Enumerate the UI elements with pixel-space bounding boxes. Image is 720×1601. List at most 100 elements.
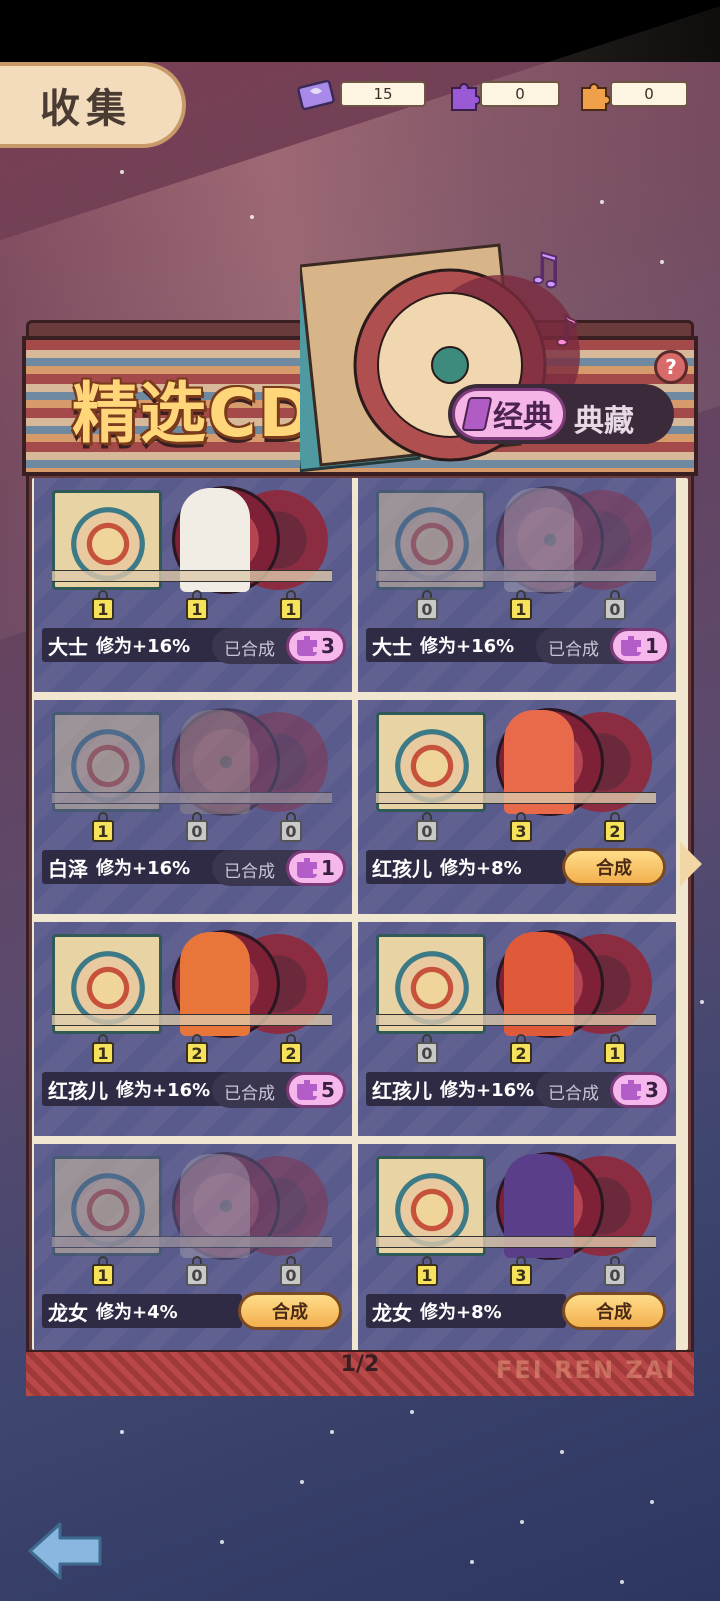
tab-collection[interactable]: 典藏 xyxy=(574,396,634,440)
tag-clip-icon xyxy=(610,812,620,820)
fragment-count: 0 xyxy=(416,820,438,842)
cd-card[interactable]: 1 0 0 白泽 修为+16% 已合成 1 xyxy=(34,700,352,914)
fragment-count-tag: 1 xyxy=(280,590,302,620)
cd-illustration xyxy=(376,1152,660,1260)
merged-label: 已合成 xyxy=(224,862,275,882)
fragment-count: 0 xyxy=(280,820,302,842)
next-page-arrow-icon[interactable] xyxy=(680,842,702,886)
fragment-count-tag: 1 xyxy=(186,590,208,620)
star xyxy=(470,1560,474,1564)
star xyxy=(660,260,664,264)
back-arrow-icon[interactable] xyxy=(26,1520,106,1582)
synthesize-button[interactable]: 合成 xyxy=(238,1292,342,1330)
fragment-count: 1 xyxy=(92,1042,114,1064)
tag-clip-icon xyxy=(422,1256,432,1264)
merged-label: 已合成 xyxy=(548,1084,599,1104)
tag-clip-icon xyxy=(192,1256,202,1264)
fragment-count-tag: 0 xyxy=(186,812,208,842)
card-name-bar: 龙女 修为+8% xyxy=(366,1294,566,1328)
merged-status: 已合成 1 xyxy=(212,850,346,886)
fragment-counts: 1 0 0 xyxy=(34,812,352,846)
cd-strip xyxy=(52,570,332,582)
purple-puzzle-counter: 0 xyxy=(446,78,560,111)
cd-strip xyxy=(52,1014,332,1026)
synthesize-button[interactable]: 合成 xyxy=(562,848,666,886)
tag-clip-icon xyxy=(422,590,432,598)
help-button[interactable]: ? xyxy=(654,350,688,384)
tab-classic[interactable]: 经典 xyxy=(452,388,566,440)
fragment-count: 2 xyxy=(186,1042,208,1064)
tag-clip-icon xyxy=(286,1034,296,1042)
star xyxy=(520,1520,524,1524)
fragment-count-tag: 0 xyxy=(604,1256,626,1286)
fragment-count-tag: 1 xyxy=(92,1034,114,1064)
fragment-count: 1 xyxy=(280,598,302,620)
synthesize-button[interactable]: 合成 xyxy=(562,1292,666,1330)
fragment-counts: 1 3 0 xyxy=(358,1256,676,1290)
tag-clip-icon xyxy=(610,590,620,598)
cd-illustration xyxy=(376,486,660,594)
cd-illustration xyxy=(52,1152,336,1260)
tab-classic-label: 经典 xyxy=(493,400,553,435)
fragment-count-tag: 1 xyxy=(92,812,114,842)
tag-clip-icon xyxy=(286,1256,296,1264)
cd-illustration xyxy=(376,708,660,816)
cd-card[interactable]: 1 3 0 龙女 修为+8% 合成 xyxy=(358,1144,676,1358)
cd-card[interactable]: 0 2 1 红孩儿 修为+16% 已合成 3 xyxy=(358,922,676,1136)
puzzle-piece-icon xyxy=(621,1080,642,1100)
star xyxy=(330,1430,334,1434)
fragment-counts: 0 1 0 xyxy=(358,590,676,624)
fragment-count: 2 xyxy=(604,820,626,842)
puzzle-piece-icon xyxy=(297,1080,318,1100)
fragment-count: 1 xyxy=(510,598,532,620)
star xyxy=(410,1410,414,1414)
character-name: 红孩儿 xyxy=(48,1078,108,1103)
piece-count-button[interactable]: 1 xyxy=(610,628,670,664)
piece-count-button[interactable]: 3 xyxy=(610,1072,670,1108)
tag-clip-icon xyxy=(98,812,108,820)
character-name: 大士 xyxy=(372,634,412,659)
piece-count-button[interactable]: 1 xyxy=(286,850,346,886)
tag-clip-icon xyxy=(98,1034,108,1042)
fragment-count: 3 xyxy=(510,820,532,842)
cd-card[interactable]: 1 1 1 大士 修为+16% 已合成 3 xyxy=(34,478,352,692)
fragment-count: 0 xyxy=(604,1264,626,1286)
fragment-count-tag: 1 xyxy=(604,1034,626,1064)
cd-strip xyxy=(52,1236,332,1248)
cd-strip xyxy=(376,1014,656,1026)
fragment-count-tag: 1 xyxy=(92,590,114,620)
svg-text:♪: ♪ xyxy=(554,309,580,355)
orange-puzzle-counter: 0 xyxy=(576,78,688,111)
merged-status: 已合成 3 xyxy=(536,1072,670,1108)
fragment-count-tag: 0 xyxy=(186,1256,208,1286)
tag-clip-icon xyxy=(516,1034,526,1042)
cd-card[interactable]: 0 3 2 红孩儿 修为+8% 合成 xyxy=(358,700,676,914)
star xyxy=(620,1580,624,1584)
puzzle-piece-icon xyxy=(621,636,642,656)
fragment-counts: 1 0 0 xyxy=(34,1256,352,1290)
ticket-icon xyxy=(297,79,335,111)
star xyxy=(250,215,254,219)
cd-card[interactable]: 1 2 2 红孩儿 修为+16% 已合成 5 xyxy=(34,922,352,1136)
cd-illustration xyxy=(52,930,336,1038)
purple-puzzle-value: 0 xyxy=(480,81,560,107)
piece-count-button[interactable]: 5 xyxy=(286,1072,346,1108)
card-name-bar: 龙女 修为+4% xyxy=(42,1294,242,1328)
fragment-count-tag: 2 xyxy=(186,1034,208,1064)
merged-status: 已合成 5 xyxy=(212,1072,346,1108)
fragment-counts: 0 2 1 xyxy=(358,1034,676,1068)
merged-status: 已合成 3 xyxy=(212,628,346,664)
cd-card[interactable]: 1 0 0 龙女 修为+4% 合成 xyxy=(34,1144,352,1358)
cd-icon xyxy=(461,397,493,431)
page-title-tab: 收集 xyxy=(0,62,186,148)
fragment-count-tag: 1 xyxy=(510,590,532,620)
fragment-counts: 0 3 2 xyxy=(358,812,676,846)
fragment-count: 3 xyxy=(510,1264,532,1286)
piece-count-button[interactable]: 3 xyxy=(286,628,346,664)
panel-title: 精选CD xyxy=(72,375,316,452)
cd-card[interactable]: 0 1 0 大士 修为+16% 已合成 1 xyxy=(358,478,676,692)
character-name: 龙女 xyxy=(372,1300,412,1325)
bonus-text: 修为+8% xyxy=(420,1302,502,1323)
tag-clip-icon xyxy=(422,812,432,820)
fragment-count-tag: 0 xyxy=(416,590,438,620)
